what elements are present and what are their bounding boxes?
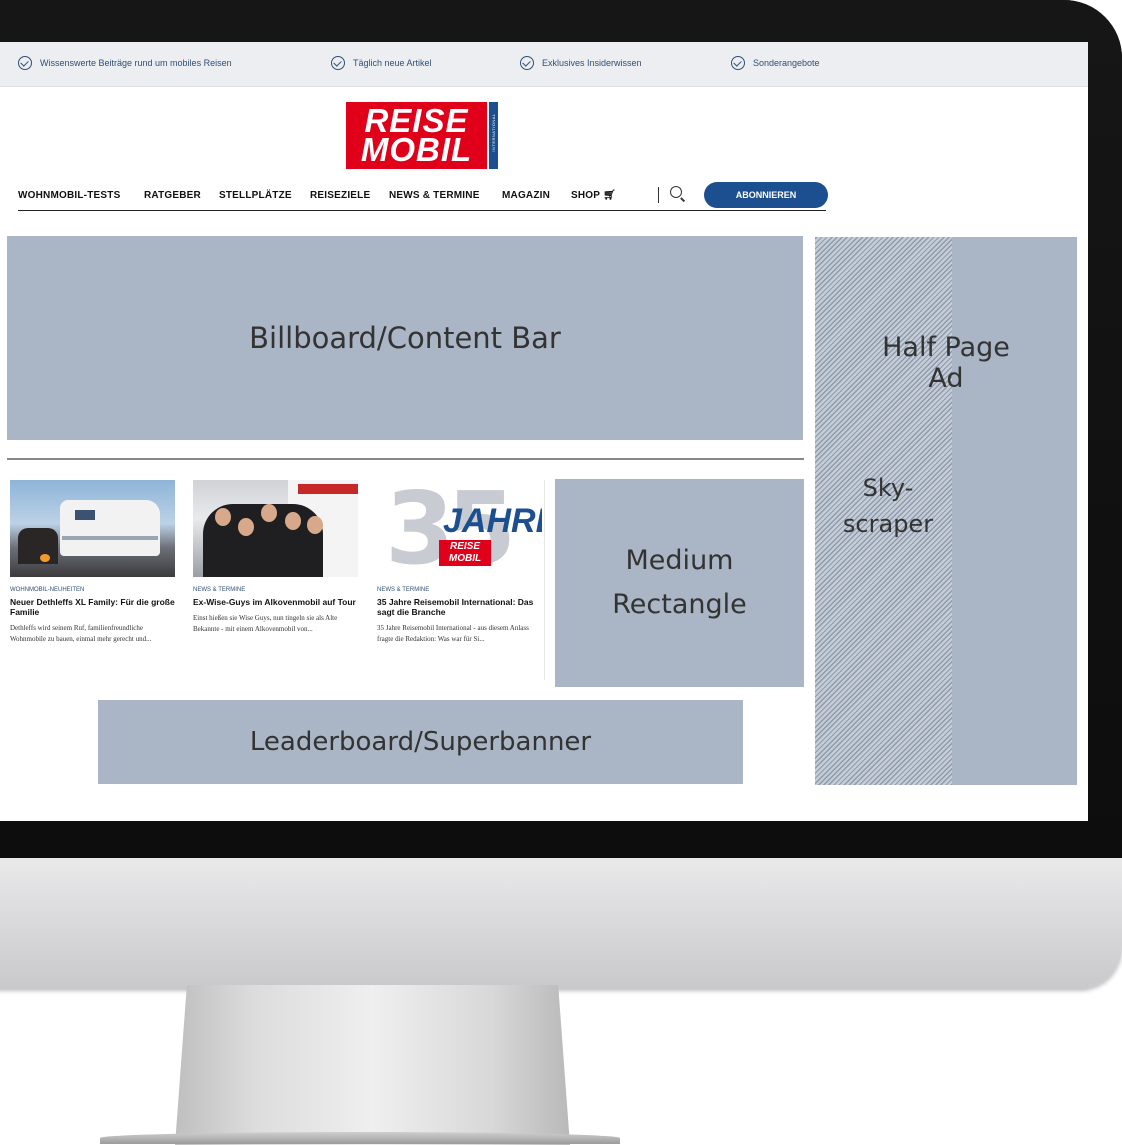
check-circle-icon (331, 56, 345, 70)
monitor-stand (175, 985, 570, 1145)
usp-bar: Wissenswerte Beiträge rund um mobiles Re… (0, 42, 1088, 87)
monitor-chin (0, 858, 1122, 988)
article-image[interactable] (193, 480, 358, 577)
ad-billboard: Billboard/Content Bar (7, 236, 803, 440)
nav-item-reiseziele[interactable]: REISEZIELE (310, 190, 370, 201)
article-title[interactable]: 35 Jahre Reisemobil International: Das s… (377, 597, 542, 617)
card-separator (544, 480, 545, 680)
check-circle-icon (520, 56, 534, 70)
article-category[interactable]: NEWS & TERMINE (193, 587, 358, 593)
usp-item: Sonderangebote (731, 56, 820, 70)
ad-skyscraper-label: Sky-scraper (842, 474, 934, 538)
article-card[interactable]: 35 JAHRE REISEMOBIL NEWS & TERMINE 35 Ja… (377, 480, 542, 645)
usp-item: Exklusives Insiderwissen (520, 56, 642, 70)
nav-item-magazin[interactable]: MAGAZIN (502, 190, 550, 201)
section-divider (7, 458, 804, 460)
article-card[interactable]: NEWS & TERMINE Ex-Wise-Guys im Alkovenmo… (193, 480, 358, 635)
article-category[interactable]: WOHNMOBIL-NEUHEITEN (10, 587, 175, 593)
article-title[interactable]: Ex-Wise-Guys im Alkovenmobil auf Tour (193, 597, 358, 607)
usp-item: Täglich neue Artikel (331, 56, 432, 70)
article-teaser: Dethleffs wird seinem Ruf, familienfreun… (10, 624, 152, 643)
article-image[interactable] (10, 480, 175, 577)
nav-item-shop[interactable]: SHOP 🛒︎ (571, 190, 616, 201)
site-logo[interactable]: REISE MOBIL INTERNATIONAL (346, 102, 498, 169)
nav-item-stellplaetze[interactable]: STELLPLÄTZE (219, 190, 292, 201)
subscribe-button[interactable]: ABONNIEREN (704, 182, 828, 208)
usp-item: Wissenswerte Beiträge rund um mobiles Re… (18, 56, 232, 70)
main-navigation: WOHNMOBIL-TESTS RATGEBER STELLPLÄTZE REI… (18, 182, 828, 211)
ad-half-page-label: Half Page Ad (882, 332, 1010, 394)
article-card[interactable]: WOHNMOBIL-NEUHEITEN Neuer Dethleffs XL F… (10, 480, 175, 645)
nav-item-news-termine[interactable]: NEWS & TERMINE (389, 190, 480, 201)
article-image[interactable]: 35 JAHRE REISEMOBIL (377, 480, 542, 577)
article-title[interactable]: Neuer Dethleffs XL Family: Für die große… (10, 597, 175, 617)
check-circle-icon (731, 56, 745, 70)
article-category[interactable]: NEWS & TERMINE (377, 587, 542, 593)
website-screen: Wissenswerte Beiträge rund um mobiles Re… (0, 42, 1088, 821)
search-icon[interactable] (670, 186, 682, 198)
nav-item-ratgeber[interactable]: RATGEBER (144, 190, 201, 201)
nav-separator (658, 187, 659, 203)
ad-leaderboard: Leaderboard/Superbanner (98, 700, 743, 784)
cart-icon: 🛒︎ (602, 190, 616, 201)
article-teaser: Einst hießen sie Wise Guys, nun tingeln … (193, 614, 338, 633)
ad-medium-rectangle: Medium Rectangle (555, 479, 804, 687)
check-circle-icon (18, 56, 32, 70)
monitor-stand-foot (100, 1132, 620, 1144)
nav-item-wohnmobil-tests[interactable]: WOHNMOBIL-TESTS (18, 190, 120, 201)
article-teaser: 35 Jahre Reisemobil International - aus … (377, 624, 529, 643)
